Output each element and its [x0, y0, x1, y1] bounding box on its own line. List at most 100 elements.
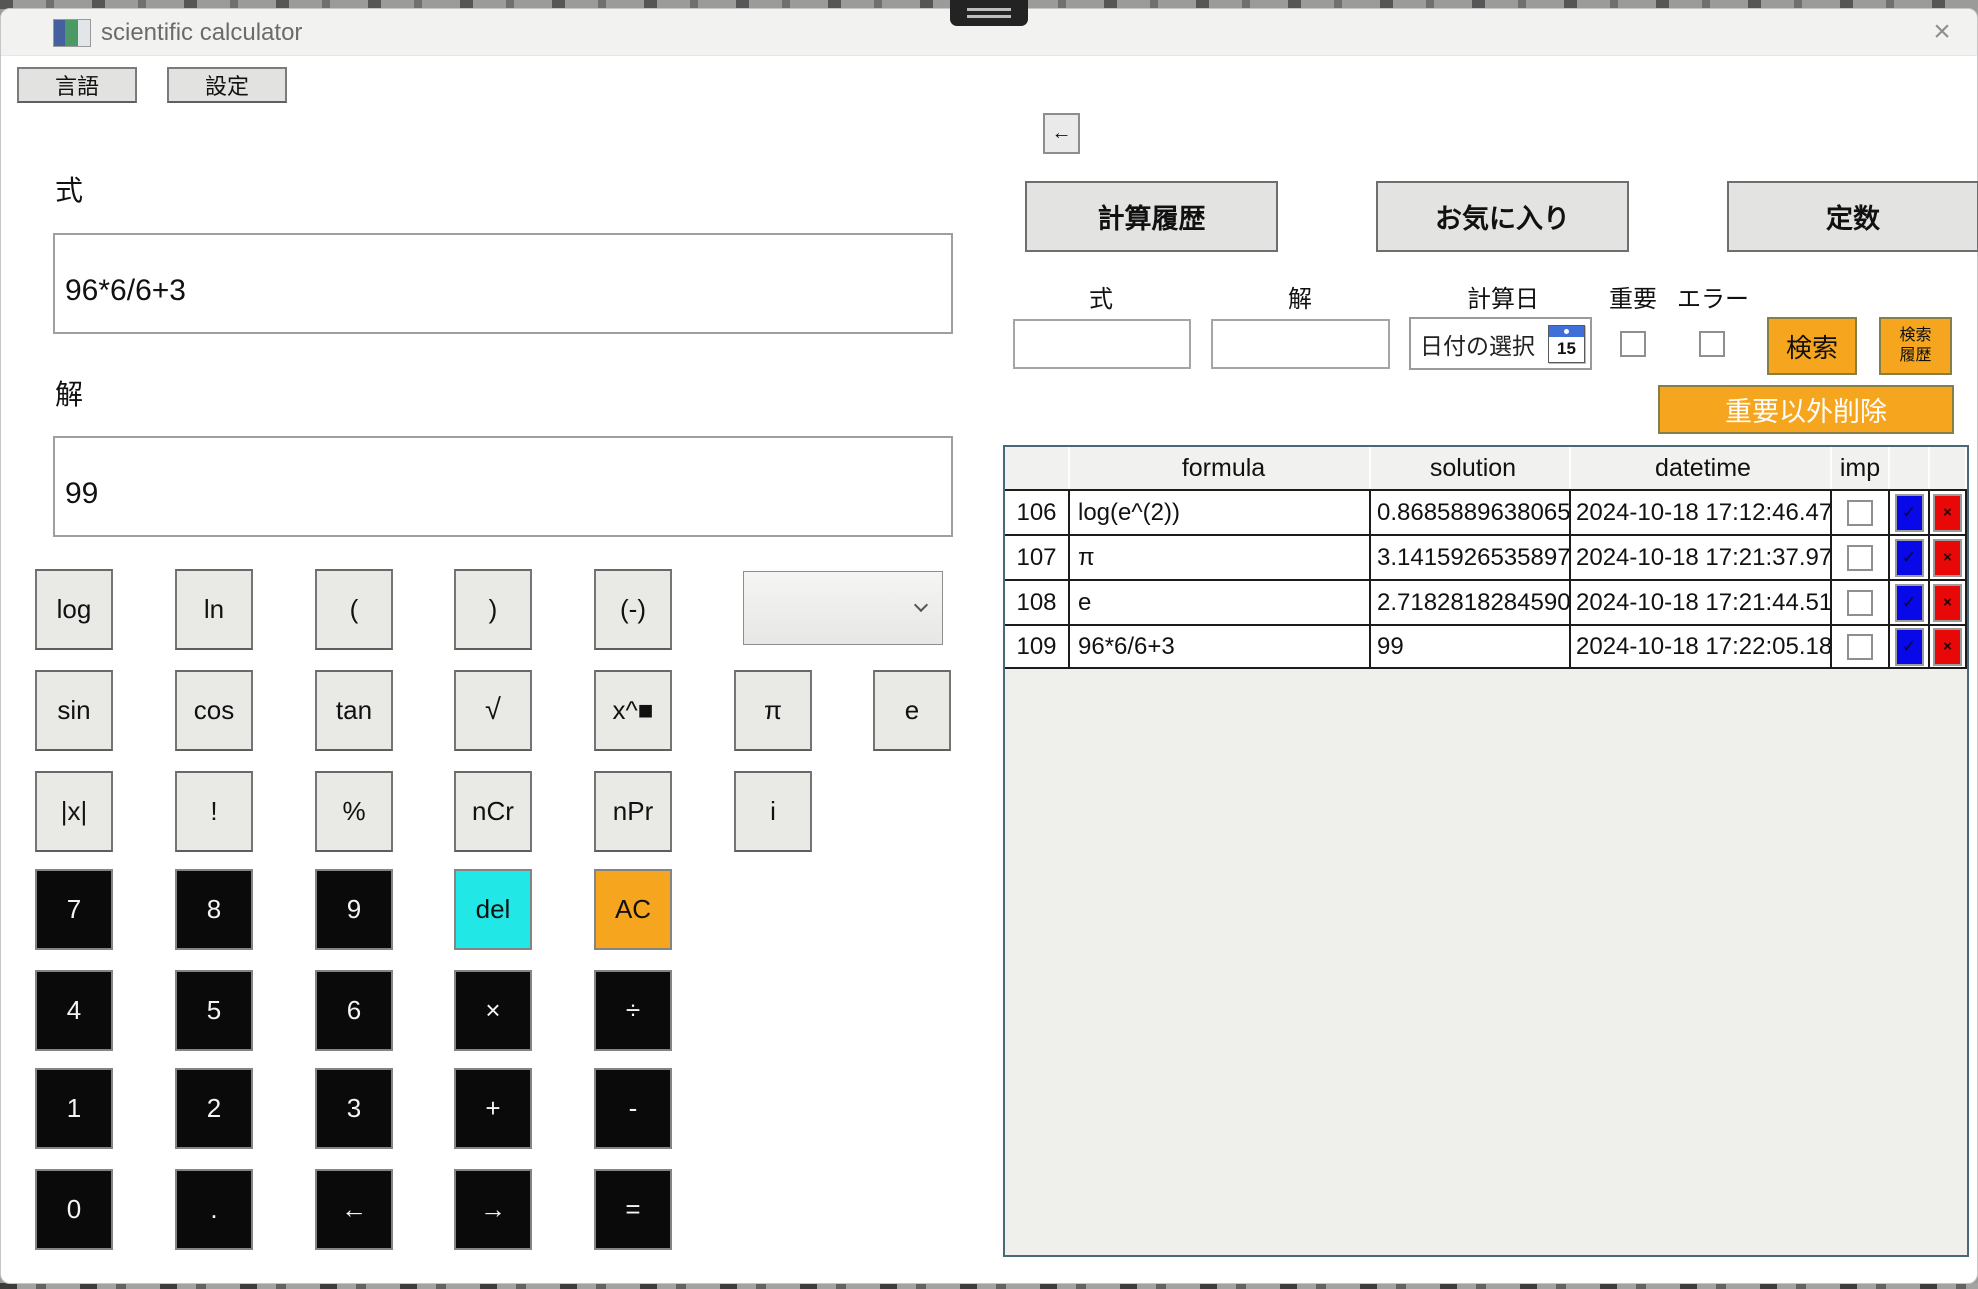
key-negate[interactable]: (-)	[594, 569, 672, 650]
key-decimal[interactable]: .	[175, 1169, 253, 1250]
check-icon: ✓	[1902, 593, 1916, 613]
delete-row-button[interactable]: ×	[1933, 494, 1962, 532]
key-close-paren[interactable]: )	[454, 569, 532, 650]
favorite-button[interactable]: ✓	[1895, 494, 1924, 532]
imp-checkbox[interactable]	[1847, 634, 1873, 660]
key-arrow-right[interactable]: →	[454, 1169, 532, 1250]
key-pi[interactable]: π	[734, 670, 812, 751]
x-icon: ×	[1943, 638, 1952, 655]
key-4[interactable]: 4	[35, 970, 113, 1051]
key-2[interactable]: 2	[175, 1068, 253, 1149]
delete-row-button[interactable]: ×	[1933, 628, 1962, 666]
x-icon: ×	[1943, 549, 1952, 566]
search-solution-input[interactable]	[1211, 319, 1390, 369]
row-datetime: 2024-10-18 17:21:44.51	[1571, 581, 1832, 624]
key-arrow-left[interactable]: ←	[315, 1169, 393, 1250]
solution-label: 解	[55, 373, 83, 413]
key-cos[interactable]: cos	[175, 670, 253, 751]
row-solution[interactable]: 99	[1371, 626, 1571, 667]
key-sqrt[interactable]: √	[454, 670, 532, 751]
solution-input[interactable]: 99	[53, 436, 953, 537]
row-formula[interactable]: π	[1070, 536, 1371, 579]
key-5[interactable]: 5	[175, 970, 253, 1051]
header-datetime[interactable]: datetime	[1571, 447, 1832, 489]
key-6[interactable]: 6	[315, 970, 393, 1051]
header-formula[interactable]: formula	[1070, 447, 1371, 489]
key-power[interactable]: x^■	[594, 670, 672, 751]
header-imp[interactable]: imp	[1832, 447, 1890, 489]
key-e[interactable]: e	[873, 670, 951, 751]
tab-favorites[interactable]: お気に入り	[1376, 181, 1629, 252]
formula-input[interactable]: 96*6/6+3	[53, 233, 953, 334]
row-datetime: 2024-10-18 17:22:05.18	[1571, 626, 1832, 667]
key-open-paren[interactable]: (	[315, 569, 393, 650]
row-solution[interactable]: 0.8685889638065	[1371, 491, 1571, 534]
calendar-icon[interactable]: 15	[1548, 325, 1585, 363]
key-sin[interactable]: sin	[35, 670, 113, 751]
imp-checkbox[interactable]	[1847, 590, 1873, 616]
close-icon[interactable]: ×	[1919, 13, 1965, 51]
key-plus[interactable]: +	[454, 1068, 532, 1149]
key-factorial[interactable]: !	[175, 771, 253, 852]
back-button[interactable]: ←	[1043, 113, 1080, 154]
delete-non-important-button[interactable]: 重要以外削除	[1658, 385, 1954, 434]
key-ln[interactable]: ln	[175, 569, 253, 650]
key-7[interactable]: 7	[35, 869, 113, 950]
settings-button[interactable]: 設定	[167, 67, 287, 103]
search-button[interactable]: 検索	[1767, 317, 1857, 375]
key-multiply[interactable]: ×	[454, 970, 532, 1051]
key-imaginary[interactable]: i	[734, 771, 812, 852]
key-9[interactable]: 9	[315, 869, 393, 950]
key-npr[interactable]: nPr	[594, 771, 672, 852]
search-formula-input[interactable]	[1013, 319, 1191, 369]
formula-label: 式	[55, 169, 83, 209]
tab-constants[interactable]: 定数	[1727, 181, 1978, 252]
row-fav-cell: ✓	[1890, 491, 1930, 534]
key-3[interactable]: 3	[315, 1068, 393, 1149]
date-picker[interactable]: 日付の選択 15	[1409, 317, 1592, 370]
row-formula[interactable]: e	[1070, 581, 1371, 624]
key-percent[interactable]: %	[315, 771, 393, 852]
key-divide[interactable]: ÷	[594, 970, 672, 1051]
imp-checkbox[interactable]	[1847, 545, 1873, 571]
header-solution[interactable]: solution	[1371, 447, 1571, 489]
key-log[interactable]: log	[35, 569, 113, 650]
window-drag-handle[interactable]	[950, 0, 1028, 26]
favorite-button[interactable]: ✓	[1895, 539, 1924, 577]
row-imp-cell	[1832, 626, 1890, 667]
row-formula[interactable]: 96*6/6+3	[1070, 626, 1371, 667]
search-history-label-1: 検索	[1899, 326, 1931, 346]
delete-row-button[interactable]: ×	[1933, 539, 1962, 577]
key-minus[interactable]: -	[594, 1068, 672, 1149]
key-ac[interactable]: AC	[594, 869, 672, 950]
row-solution[interactable]: 3.1415926535897	[1371, 536, 1571, 579]
favorite-button[interactable]: ✓	[1895, 628, 1924, 666]
key-0[interactable]: 0	[35, 1169, 113, 1250]
error-checkbox[interactable]	[1699, 331, 1725, 357]
important-checkbox[interactable]	[1620, 331, 1646, 357]
header-row-number[interactable]	[1005, 447, 1070, 489]
key-8[interactable]: 8	[175, 869, 253, 950]
row-solution[interactable]: 2.7182818284590	[1371, 581, 1571, 624]
key-equals[interactable]: =	[594, 1169, 672, 1250]
row-del-cell: ×	[1930, 581, 1967, 624]
search-history-button[interactable]: 検索 履歴	[1879, 317, 1952, 375]
imp-checkbox[interactable]	[1847, 500, 1873, 526]
delete-row-button[interactable]: ×	[1933, 584, 1962, 622]
key-1[interactable]: 1	[35, 1068, 113, 1149]
search-formula-label: 式	[1089, 279, 1113, 314]
favorite-button[interactable]: ✓	[1895, 584, 1924, 622]
key-del[interactable]: del	[454, 869, 532, 950]
key-abs[interactable]: |x|	[35, 771, 113, 852]
function-dropdown[interactable]	[743, 571, 943, 645]
key-ncr[interactable]: nCr	[454, 771, 532, 852]
row-formula[interactable]: log(e^(2))	[1070, 491, 1371, 534]
table-row: 107 π 3.1415926535897 2024-10-18 17:21:3…	[1005, 534, 1967, 579]
check-icon: ✓	[1902, 637, 1916, 657]
key-tan[interactable]: tan	[315, 670, 393, 751]
row-fav-cell: ✓	[1890, 536, 1930, 579]
tab-calculation-history[interactable]: 計算履歴	[1025, 181, 1278, 252]
language-button[interactable]: 言語	[17, 67, 137, 103]
header-favorite-column	[1890, 447, 1930, 489]
row-datetime: 2024-10-18 17:12:46.47	[1571, 491, 1832, 534]
